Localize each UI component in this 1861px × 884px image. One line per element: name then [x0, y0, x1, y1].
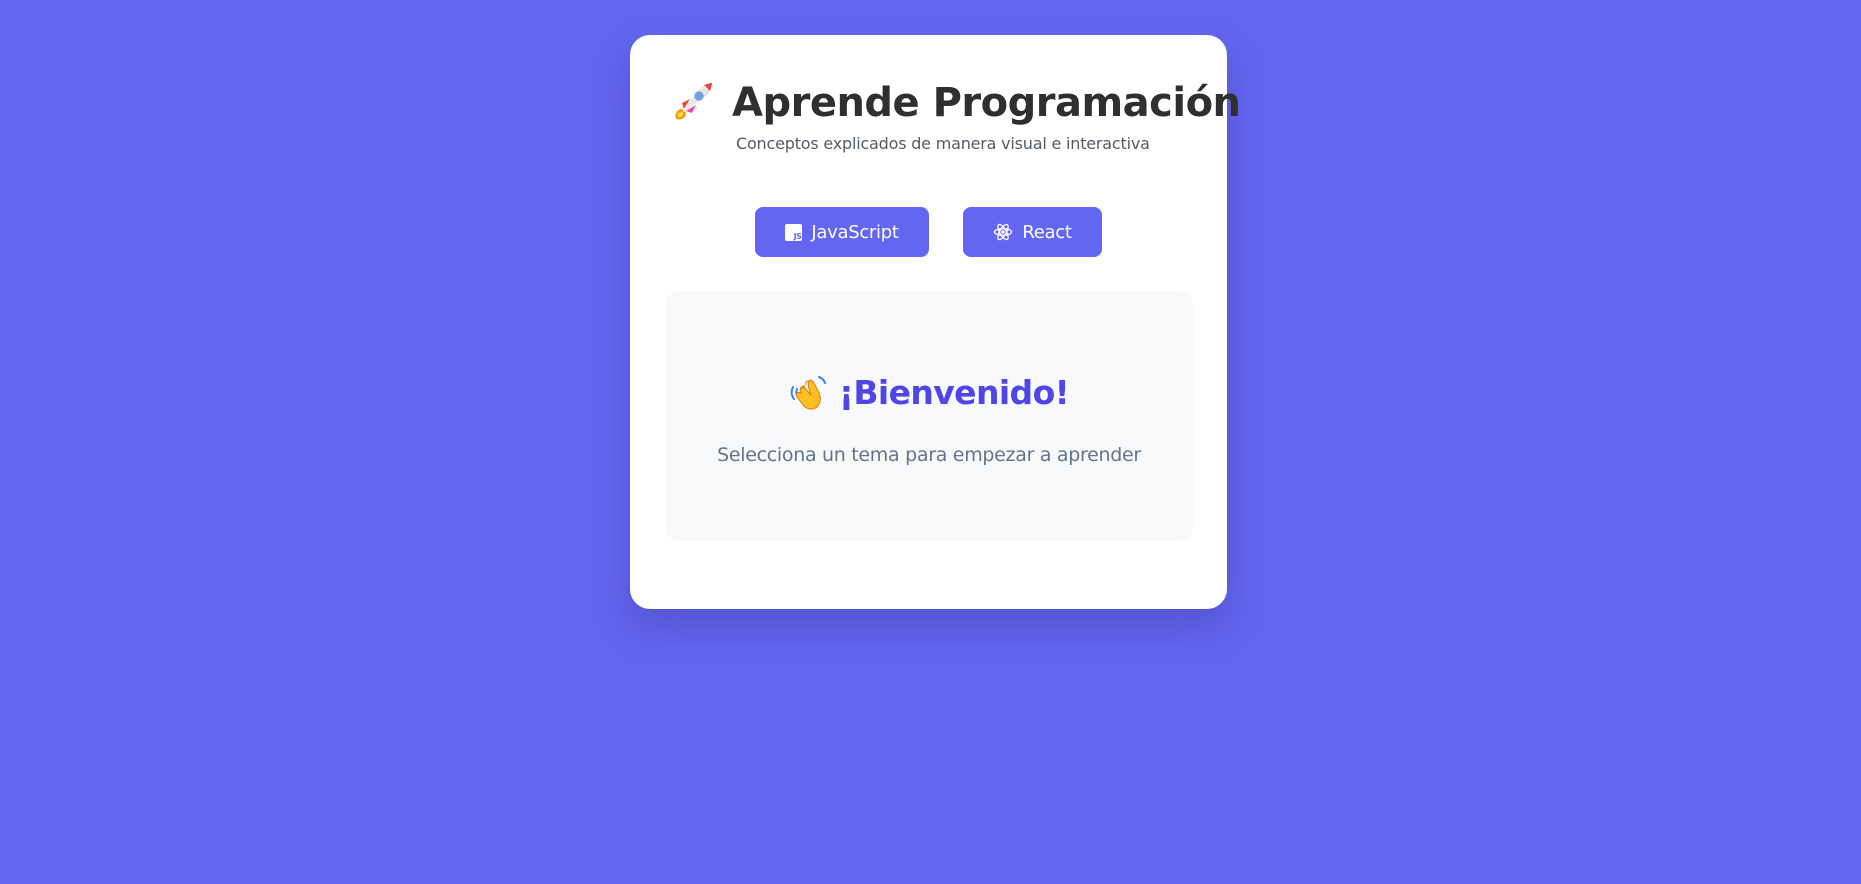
react-icon: [993, 222, 1013, 242]
main-card: Aprende Programación Conceptos explicado…: [630, 35, 1241, 609]
welcome-title: ¡Bienvenido!: [838, 372, 1070, 412]
javascript-button-label: JavaScript: [811, 221, 899, 243]
page-subtitle: Conceptos explicados de manera visual e …: [736, 134, 1150, 153]
welcome-heading-row: ¡Bienvenido!: [665, 373, 1193, 411]
welcome-subtitle: Selecciona un tema para empezar a aprend…: [717, 444, 1141, 466]
rocket-icon: [668, 79, 716, 127]
react-button[interactable]: React: [963, 207, 1102, 257]
js-icon: JS: [785, 223, 803, 241]
title-row: Aprende Programación: [668, 79, 1241, 127]
page-title: Aprende Programación: [732, 80, 1241, 126]
waving-hand-icon: [789, 373, 827, 411]
react-button-label: React: [1022, 221, 1072, 243]
welcome-panel: ¡Bienvenido! Selecciona un tema para emp…: [665, 291, 1193, 541]
javascript-button[interactable]: JS JavaScript: [755, 207, 929, 257]
